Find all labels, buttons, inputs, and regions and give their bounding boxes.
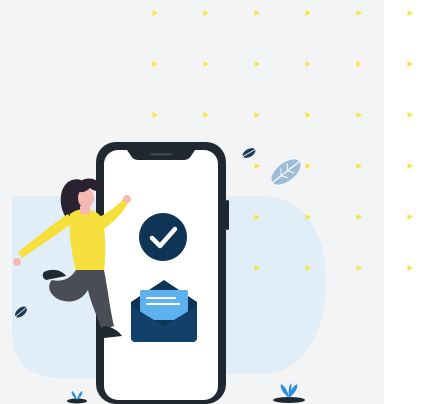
illustration-scene xyxy=(12,10,413,404)
triangle-dot xyxy=(254,10,260,16)
leaf-icon xyxy=(271,159,301,185)
triangle-dot xyxy=(305,10,311,16)
triangle-dot xyxy=(254,163,260,169)
triangle-dot xyxy=(356,61,362,67)
triangle-dot xyxy=(407,214,413,220)
triangle-dot xyxy=(152,112,158,118)
triangle-dot xyxy=(356,10,362,16)
small-leaf-icon xyxy=(242,148,256,158)
ground-plant-icon xyxy=(273,383,305,403)
phone xyxy=(96,142,229,404)
triangle-dot xyxy=(203,10,209,16)
triangle-dot xyxy=(407,61,413,67)
triangle-dot xyxy=(305,163,311,169)
triangle-dot xyxy=(407,265,413,271)
illustration-stage xyxy=(0,0,426,404)
triangle-dot xyxy=(152,10,158,16)
triangle-dot xyxy=(203,112,209,118)
triangle-dot xyxy=(254,112,260,118)
triangle-dot xyxy=(203,61,209,67)
triangle-dot xyxy=(407,163,413,169)
triangle-dot xyxy=(356,163,362,169)
triangle-dot xyxy=(356,265,362,271)
triangle-dot xyxy=(407,112,413,118)
triangle-dot xyxy=(356,214,362,220)
triangle-dot xyxy=(407,10,413,16)
triangle-dot xyxy=(152,61,158,67)
check-circle-icon xyxy=(139,213,187,261)
triangle-dot xyxy=(356,112,362,118)
triangle-dot xyxy=(305,112,311,118)
triangle-dot xyxy=(254,61,260,67)
ground-plant-icon xyxy=(67,391,87,404)
triangle-dot xyxy=(305,61,311,67)
